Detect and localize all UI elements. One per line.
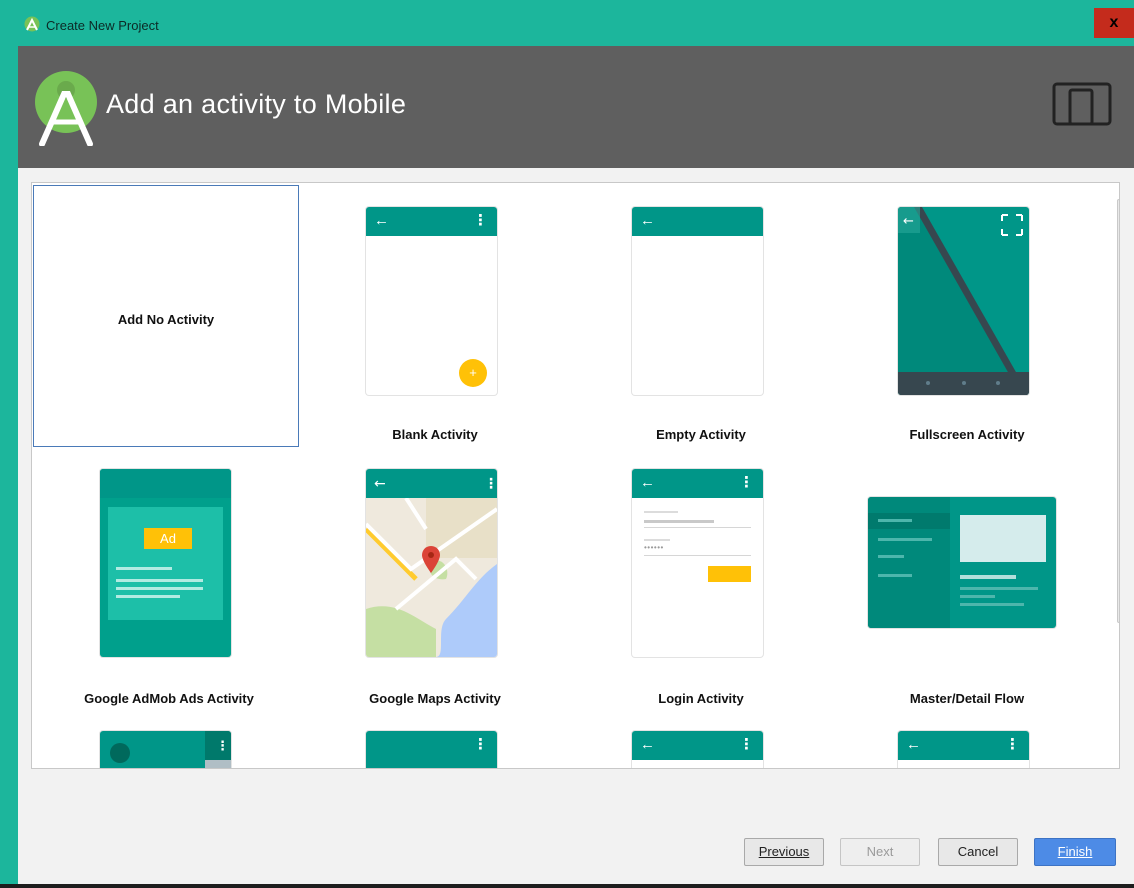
back-arrow-icon: ← xyxy=(640,474,655,491)
tile-partial-2[interactable]: ⋮ xyxy=(310,709,560,768)
tile-empty-activity[interactable]: ← Empty Activity xyxy=(576,185,826,447)
text-line xyxy=(116,595,180,598)
tile-partial-3[interactable]: ← ⋮ xyxy=(576,709,826,768)
email-underline xyxy=(644,527,751,528)
overflow-menu-icon: ⋮ xyxy=(473,212,488,229)
activity-gallery: Add No Activity ← ⋮ + Blank Activity ← E… xyxy=(31,182,1120,769)
app-bar xyxy=(100,469,231,498)
partial-preview-2: ⋮ xyxy=(366,731,497,768)
tile-label: Google Maps Activity xyxy=(369,691,501,706)
android-studio-icon xyxy=(24,16,40,32)
partial-preview-4: ← ⋮ xyxy=(898,731,1029,768)
blank-activity-preview: ← ⋮ + xyxy=(366,207,497,395)
overflow-menu-icon: ⋮ xyxy=(1005,736,1020,753)
tile-add-no-activity[interactable]: Add No Activity xyxy=(33,185,299,447)
fullscreen-activity-preview: ← xyxy=(898,207,1029,395)
next-label: Next xyxy=(866,844,894,859)
text-line xyxy=(116,587,203,590)
maps-activity-preview: ← ⋮ xyxy=(366,469,497,657)
phone-tablet-icon xyxy=(1052,82,1112,126)
ad-badge: Ad xyxy=(144,528,192,549)
empty-activity-preview: ← xyxy=(632,207,763,395)
tile-label: Login Activity xyxy=(658,691,744,706)
tile-label: Master/Detail Flow xyxy=(909,691,1025,706)
fab-add-icon: + xyxy=(459,359,487,387)
master-detail-preview xyxy=(868,497,1056,628)
svg-text:←: ← xyxy=(374,476,386,492)
tile-fullscreen-activity[interactable]: ← Fullscreen Activity xyxy=(842,185,1092,447)
header-banner: Add an activity to Mobile xyxy=(18,46,1134,168)
admob-activity-preview: Ad xyxy=(100,469,231,657)
android-studio-logo xyxy=(35,71,97,146)
cancel-button[interactable]: Cancel xyxy=(938,838,1018,866)
title-bar[interactable]: Create New Project x xyxy=(0,0,1134,46)
tile-partial-4[interactable]: ← ⋮ xyxy=(842,709,1092,768)
tile-label: Fullscreen Activity xyxy=(909,427,1025,442)
cancel-label: Cancel xyxy=(957,844,999,859)
ad-card: Ad xyxy=(108,507,223,620)
svg-text:⋮: ⋮ xyxy=(216,739,229,754)
back-arrow-icon: ← xyxy=(374,212,389,229)
login-activity-preview: ← ⋮ •••••• xyxy=(632,469,763,657)
button-bar: Previous Next Cancel Finish xyxy=(18,832,1134,868)
next-button[interactable]: Next xyxy=(840,838,920,866)
create-project-dialog: Create New Project x Add an activity to … xyxy=(0,0,1134,884)
svg-text:⋮: ⋮ xyxy=(484,476,497,492)
back-arrow-icon: ← xyxy=(640,736,655,753)
text-line xyxy=(116,579,203,582)
overflow-menu-icon: ⋮ xyxy=(739,736,754,753)
close-button[interactable]: x xyxy=(1094,8,1134,38)
tile-google-maps-activity[interactable]: ← ⋮ Google Maps Activity xyxy=(310,447,560,709)
previous-button[interactable]: Previous xyxy=(744,838,824,866)
tile-label: Add No Activity xyxy=(117,312,215,327)
page-heading: Add an activity to Mobile xyxy=(106,89,407,119)
password-label-line xyxy=(644,539,670,541)
dialog-body: Add No Activity ← ⋮ + Blank Activity ← E… xyxy=(18,168,1134,884)
previous-label: Previous xyxy=(758,844,810,859)
tile-label: Empty Activity xyxy=(656,427,746,442)
finish-button[interactable]: Finish xyxy=(1034,838,1116,866)
tile-partial-1[interactable]: ⋮ xyxy=(44,709,294,768)
tile-master-detail-flow[interactable]: Master/Detail Flow xyxy=(842,447,1092,709)
back-arrow-icon: ← xyxy=(906,736,921,753)
vertical-scrollbar[interactable] xyxy=(1117,199,1119,623)
tile-google-admob-ads-activity[interactable]: Ad Google AdMob Ads Activity xyxy=(44,447,294,709)
svg-text:←: ← xyxy=(903,214,914,229)
sign-in-button-preview xyxy=(708,566,751,582)
tile-label: Google AdMob Ads Activity xyxy=(84,691,254,706)
partial-preview-3: ← ⋮ xyxy=(632,731,763,768)
password-field: •••••• xyxy=(644,543,664,552)
partial-preview-1: ⋮ xyxy=(100,731,231,768)
tile-label: Blank Activity xyxy=(392,427,478,442)
password-underline xyxy=(644,555,751,556)
finish-label: Finish xyxy=(1057,844,1093,859)
window-title: Create New Project xyxy=(46,18,159,33)
email-field xyxy=(644,520,714,523)
email-label-line xyxy=(644,511,678,513)
tile-blank-activity[interactable]: ← ⋮ + Blank Activity xyxy=(310,185,560,447)
overflow-menu-icon: ⋮ xyxy=(473,736,488,753)
tile-login-activity[interactable]: ← ⋮ •••••• Login Activity xyxy=(576,447,826,709)
back-arrow-icon: ← xyxy=(640,212,655,229)
text-line xyxy=(116,567,172,570)
overflow-menu-icon: ⋮ xyxy=(739,474,754,491)
